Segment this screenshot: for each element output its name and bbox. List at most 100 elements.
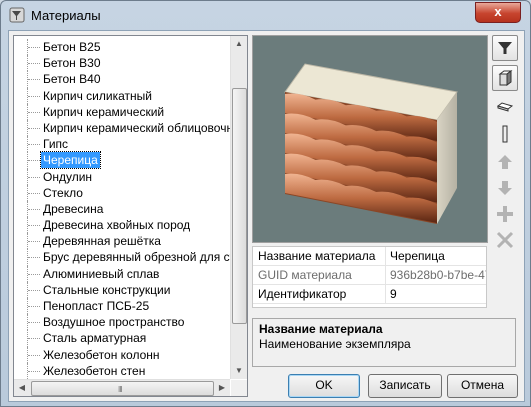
filter-icon (498, 42, 512, 54)
tree-branch-connector (28, 192, 40, 194)
list-item-label: Железобетон стен (43, 363, 146, 378)
move-down-button[interactable] (492, 175, 518, 201)
property-name-header: Название материала (258, 249, 376, 263)
list-item[interactable]: Сталь арматурная (14, 330, 230, 347)
column-icon (502, 125, 508, 143)
property-name: Идентификатор (258, 287, 347, 301)
list-item[interactable]: Бетон B40 (14, 71, 230, 88)
list-item-label: Кирпич керамический облицовочный (43, 120, 248, 135)
list-item-label: Стекло (43, 185, 83, 200)
description-title: Название материала (259, 322, 383, 336)
tree-branch-connector (28, 144, 40, 146)
list-item-label: Ондулин (43, 169, 93, 184)
move-down-icon (498, 181, 512, 195)
tree-branch-connector (28, 208, 40, 210)
description-text: Наименование экземпляра (259, 337, 411, 351)
list-item-label: Древесина (43, 201, 104, 216)
list-item[interactable]: Черепица (14, 151, 230, 170)
list-item[interactable]: Ондулин (14, 168, 230, 185)
list-item[interactable]: Бетон B30 (14, 55, 230, 72)
list-item-label: Стальные конструкции (43, 282, 171, 297)
list-item[interactable]: Пенопласт ПСБ-25 (14, 298, 230, 315)
move-up-icon (498, 155, 512, 169)
tree-branch-connector (28, 225, 40, 227)
vertical-scroll-thumb[interactable] (232, 88, 247, 324)
list-item[interactable]: Кирпич керамический облицовочный (14, 119, 247, 137)
tiled-wall-preview (284, 63, 458, 224)
tree-branch-connector (28, 111, 40, 113)
property-value: 9 (390, 287, 397, 301)
property-value: 936b28b0-b7be-47... (390, 268, 486, 282)
window-title: Материалы (31, 8, 101, 23)
list-item[interactable]: Воздушное пространство (14, 314, 230, 331)
tree-branch-connector (28, 306, 40, 307)
properties-table: Название материала Черепица GUID материа… (252, 246, 487, 308)
list-item[interactable]: Гипс (14, 136, 230, 153)
list-item-label: Бетон B30 (43, 56, 101, 71)
tree-branch-connector (28, 257, 40, 259)
scroll-right-icon[interactable]: ▶ (214, 380, 230, 396)
tree-branch-connector (28, 79, 40, 81)
horizontal-scrollbar[interactable]: ◀ III ▶ (14, 379, 230, 396)
ok-button[interactable]: OK (288, 374, 360, 398)
property-row-id[interactable]: Идентификатор 9 (253, 285, 486, 304)
vertical-scrollbar[interactable]: ▲ ▼ (230, 36, 247, 379)
list-item[interactable]: Бетон B25 (14, 39, 230, 56)
scroll-up-icon[interactable]: ▲ (231, 36, 247, 52)
property-row-guid[interactable]: GUID материала 936b28b0-b7be-47... (253, 266, 486, 285)
list-item-label: Воздушное пространство (43, 315, 185, 330)
cancel-button[interactable]: Отмена (447, 374, 518, 398)
list-item[interactable]: Стекло (14, 184, 230, 201)
delete-button[interactable] (492, 227, 518, 253)
materials-list[interactable]: Бетон B25 Бетон B30 Бетон B40 Кирпич силика… (13, 35, 248, 397)
list-item-label: Черепица (40, 151, 101, 170)
list-item[interactable]: Древесина хвойных пород (14, 217, 230, 234)
cube-view-button[interactable] (492, 65, 518, 91)
list-item-label: Гипс (43, 137, 69, 152)
slab-view-button[interactable] (492, 93, 518, 119)
slab-icon (496, 102, 514, 112)
list-item[interactable]: Алюминиевый сплав (14, 265, 230, 282)
save-button[interactable]: Записать (368, 374, 442, 398)
add-button[interactable] (492, 201, 518, 227)
dialog-body: Бетон B25 Бетон B30 Бетон B40 Кирпич силика… (8, 30, 525, 402)
list-item[interactable]: Кирпич силикатный (14, 87, 230, 104)
tree-branch-connector (28, 273, 40, 275)
list-item[interactable]: Железобетон стен (14, 362, 230, 379)
tree-branch-connector (28, 160, 40, 162)
list-item-label: Бетон B40 (43, 72, 101, 87)
material-preview (252, 35, 488, 243)
list-item-label: Пенопласт ПСБ-25 (43, 299, 150, 313)
list-item-label: Кирпич силикатный (43, 88, 152, 103)
materials-list-items: Бетон B25 Бетон B30 Бетон B40 Кирпич силика… (14, 39, 247, 379)
list-item-label: Бетон B25 (43, 40, 101, 54)
tree-branch-connector (28, 322, 40, 324)
list-item[interactable]: Кирпич керамический (14, 103, 230, 120)
list-item-label: Древесина хвойных пород (43, 218, 191, 233)
list-item[interactable]: Деревянная решётка (14, 233, 230, 250)
column-view-button[interactable] (492, 121, 518, 147)
list-item[interactable]: Стальные конструкции (14, 281, 230, 298)
list-item-label: Кирпич керамический (43, 104, 165, 119)
close-button[interactable]: x (475, 2, 521, 23)
scroll-down-icon[interactable]: ▼ (231, 363, 247, 379)
horizontal-scroll-thumb[interactable]: III (31, 381, 214, 396)
tree-branch-connector (28, 95, 40, 97)
scroll-grip: III (118, 385, 123, 394)
list-item[interactable]: Железобетон колонн (14, 346, 230, 363)
list-item[interactable]: Древесина (14, 200, 230, 218)
tree-branch-connector (28, 47, 40, 48)
tree-branch-connector (28, 63, 40, 65)
move-up-button[interactable] (492, 149, 518, 175)
list-item-label: Деревянная решётка (43, 234, 161, 249)
description-panel: Название материала Наименование экземпля… (252, 318, 516, 367)
add-icon (497, 206, 513, 222)
cube-icon (498, 70, 513, 86)
delete-icon (496, 231, 514, 249)
scrollbar-corner (231, 380, 247, 396)
tree-branch-connector (28, 338, 40, 340)
scroll-left-icon[interactable]: ◀ (14, 380, 30, 396)
filter-button[interactable] (492, 35, 518, 61)
list-item[interactable]: Брус деревянный обрезной для стен (14, 249, 247, 266)
title-bar[interactable]: Материалы x (1, 1, 530, 29)
